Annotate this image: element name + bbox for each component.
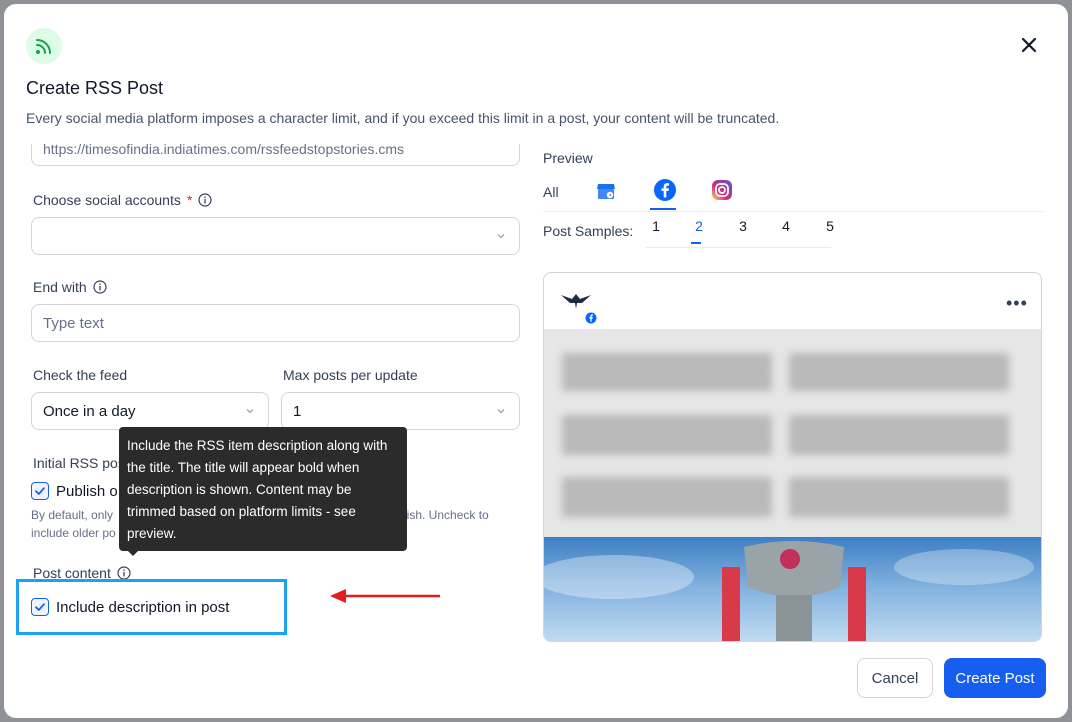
facebook-badge-icon [585,311,597,329]
end-with-placeholder: Type text [43,314,104,332]
active-tab-indicator [650,208,676,210]
tooltip: Include the RSS item description along w… [119,427,407,551]
max-posts-label: Max posts per update [283,367,418,383]
tooltip-arrow [126,549,140,556]
feed-url-value: https://timesofindia.indiatimes.com/rssf… [43,144,405,157]
post-samples-tabs: 1 2 3 4 5 [646,216,834,248]
modal-title: Create RSS Post [26,78,164,98]
google-business-icon[interactable] [595,180,617,207]
sample-tab-2[interactable]: 2 [692,218,706,234]
info-icon[interactable] [198,193,212,207]
create-rss-post-modal: Create RSS Post Every social media platf… [4,4,1068,718]
sample-tab-1[interactable]: 1 [649,218,663,234]
instagram-icon[interactable] [710,178,734,207]
post-image [544,537,1041,641]
publish-checkbox-label: Publish o [56,483,118,500]
feed-url-input[interactable]: https://timesofindia.indiatimes.com/rssf… [31,144,520,166]
modal-subtitle: Every social media platform imposes a ch… [26,110,780,126]
check-feed-select[interactable]: Once in a day [31,392,269,430]
rss-icon [26,28,62,64]
active-sample-indicator [691,242,701,244]
chevron-down-icon [497,409,505,414]
social-accounts-select[interactable] [31,217,520,255]
chevron-down-icon [497,234,505,239]
preview-tabs: All [543,174,1043,212]
publish-checkbox[interactable] [31,482,49,500]
initial-rss-helper-b: lish. Uncheck to [404,508,489,522]
preview-label: Preview [543,150,593,166]
end-with-label-text: End with [33,279,87,295]
social-accounts-label-text: Choose social accounts [33,192,181,208]
max-posts-select[interactable]: 1 [281,392,520,430]
info-icon[interactable] [93,280,107,294]
social-accounts-label: Choose social accounts * [33,192,212,208]
check-feed-value: Once in a day [43,402,136,420]
annotation-highlight-box [16,579,287,635]
cancel-button[interactable]: Cancel [857,658,933,698]
end-with-input[interactable]: Type text [31,304,520,342]
info-icon[interactable] [117,566,131,580]
annotation-arrow-icon [330,589,440,603]
required-mark: * [186,192,193,208]
max-posts-value: 1 [293,402,302,420]
check-feed-label: Check the feed [33,367,128,383]
facebook-icon[interactable] [653,178,677,207]
post-preview-card: ••• [543,272,1042,642]
close-icon[interactable] [1018,34,1040,56]
check-icon [35,487,45,495]
initial-rss-label: Initial RSS pos [33,455,125,471]
chevron-down-icon [246,409,254,414]
blurred-post-text [544,329,1041,537]
post-samples-label: Post Samples: [543,223,634,239]
sample-tab-3[interactable]: 3 [736,218,750,234]
end-with-label: End with [33,279,107,295]
sample-tab-5[interactable]: 5 [823,218,837,234]
initial-rss-helper-c: include older po [31,526,116,540]
form-scroll-area[interactable]: https://timesofindia.indiatimes.com/rssf… [26,144,536,654]
initial-rss-helper-a: By default, only [31,508,114,522]
sample-tab-4[interactable]: 4 [779,218,793,234]
create-post-button[interactable]: Create Post [944,658,1046,698]
tab-all[interactable]: All [543,184,559,200]
more-horizontal-icon[interactable]: ••• [1006,293,1028,314]
